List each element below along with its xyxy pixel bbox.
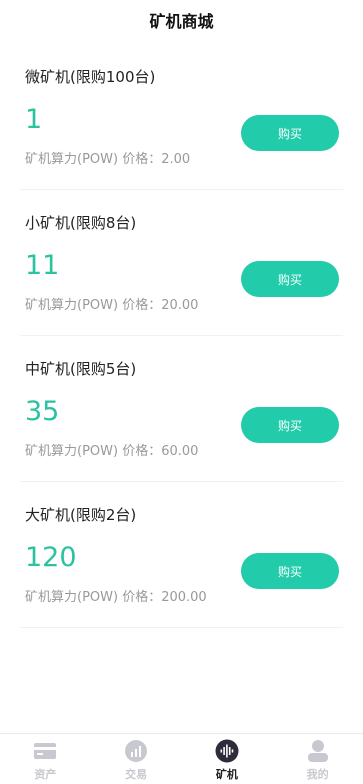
product-card: 大矿机(限购2台) 120 矿机算力(POW) 价格：200.00 购买	[20, 482, 343, 628]
product-title: 小矿机(限购8台)	[25, 214, 137, 232]
product-title: 微矿机(限购100台)	[25, 68, 156, 86]
user-icon	[305, 738, 331, 764]
tab-profile[interactable]: 我的	[272, 734, 363, 784]
product-card: 小矿机(限购8台) 11 矿机算力(POW) 价格：20.00 购买	[20, 190, 343, 336]
buy-button[interactable]: 购买	[241, 115, 339, 151]
product-price: 矿机算力(POW) 价格：200.00	[25, 590, 207, 605]
product-title: 大矿机(限购2台)	[25, 506, 137, 524]
product-card: 中矿机(限购5台) 35 矿机算力(POW) 价格：60.00 购买	[20, 336, 343, 482]
tab-label: 资产	[34, 768, 57, 781]
buy-button[interactable]: 购买	[241, 407, 339, 443]
page-title: 矿机商城	[149, 12, 214, 31]
tab-label: 矿机	[215, 768, 238, 781]
tab-miner[interactable]: 矿机	[182, 734, 273, 784]
product-card: 微矿机(限购100台) 1 矿机算力(POW) 价格：2.00 购买	[20, 44, 343, 190]
waveform-icon	[214, 738, 240, 764]
product-price: 矿机算力(POW) 价格：60.00	[25, 444, 199, 459]
bottom-tabbar: 资产 交易 矿机 我的	[0, 733, 363, 784]
product-price: 矿机算力(POW) 价格：2.00	[25, 152, 191, 167]
tab-trade[interactable]: 交易	[91, 734, 182, 784]
product-title: 中矿机(限购5台)	[25, 360, 137, 378]
product-power: 1	[25, 104, 43, 135]
tab-label: 交易	[125, 768, 148, 781]
product-power: 11	[25, 250, 60, 281]
wallet-icon	[32, 738, 58, 764]
product-power: 35	[25, 396, 60, 427]
product-price: 矿机算力(POW) 价格：20.00	[25, 298, 199, 313]
tab-assets[interactable]: 资产	[0, 734, 91, 784]
page-header: 矿机商城	[0, 0, 363, 44]
chart-icon	[123, 738, 149, 764]
buy-button[interactable]: 购买	[241, 553, 339, 589]
tab-label: 我的	[306, 768, 329, 781]
product-power: 120	[25, 542, 77, 573]
buy-button[interactable]: 购买	[241, 261, 339, 297]
product-list: 微矿机(限购100台) 1 矿机算力(POW) 价格：2.00 购买 小矿机(限…	[0, 44, 363, 628]
